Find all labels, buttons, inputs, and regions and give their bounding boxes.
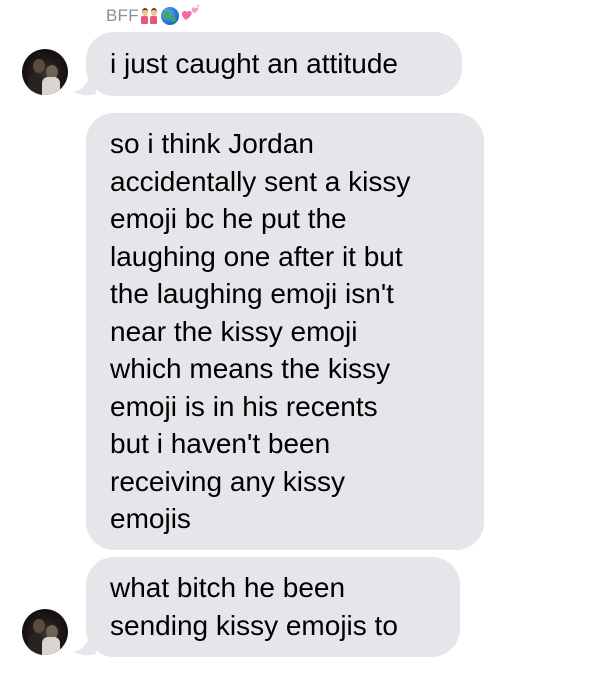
message-text-line: i just caught an attitude xyxy=(110,48,398,79)
globe-emoji-icon xyxy=(160,7,179,25)
message-text-line: laughing one after it but xyxy=(110,240,403,272)
message-text-line: sending kissy emojis to xyxy=(110,609,398,641)
message-bubble[interactable]: so i think Jordan accidentally sent a ki… xyxy=(86,113,484,550)
contact-avatar[interactable] xyxy=(22,609,68,655)
message-text-line: emoji bc he put the xyxy=(110,203,347,234)
message-text-line: so i think Jordan xyxy=(110,128,314,159)
message-text-line: what bitch he been xyxy=(110,572,346,603)
message-text-line: emojis xyxy=(110,503,191,534)
contact-avatar[interactable] xyxy=(22,49,68,95)
message-text-line: receiving any kissy xyxy=(110,465,345,497)
message-text-line: but i haven't been xyxy=(110,428,331,459)
message-text-line: near the kissy emoji xyxy=(110,315,358,347)
sparkling-hearts-emoji-icon xyxy=(181,4,200,25)
message-text-line: which means the kissy xyxy=(110,353,391,384)
twins-emoji-icon xyxy=(140,7,159,25)
message-text-line: emoji is in his recents xyxy=(110,390,378,422)
message-bubble[interactable]: what bitch he been sending kissy emojis … xyxy=(86,557,460,657)
sender-name: BFF xyxy=(106,6,139,25)
message-text-line: the laughing emoji isn't xyxy=(110,278,394,309)
message-bubble[interactable]: i just caught an attitude xyxy=(86,32,462,96)
message-text-line: accidentally sent a kissy xyxy=(110,165,411,197)
sender-label: BFF xyxy=(106,4,200,28)
